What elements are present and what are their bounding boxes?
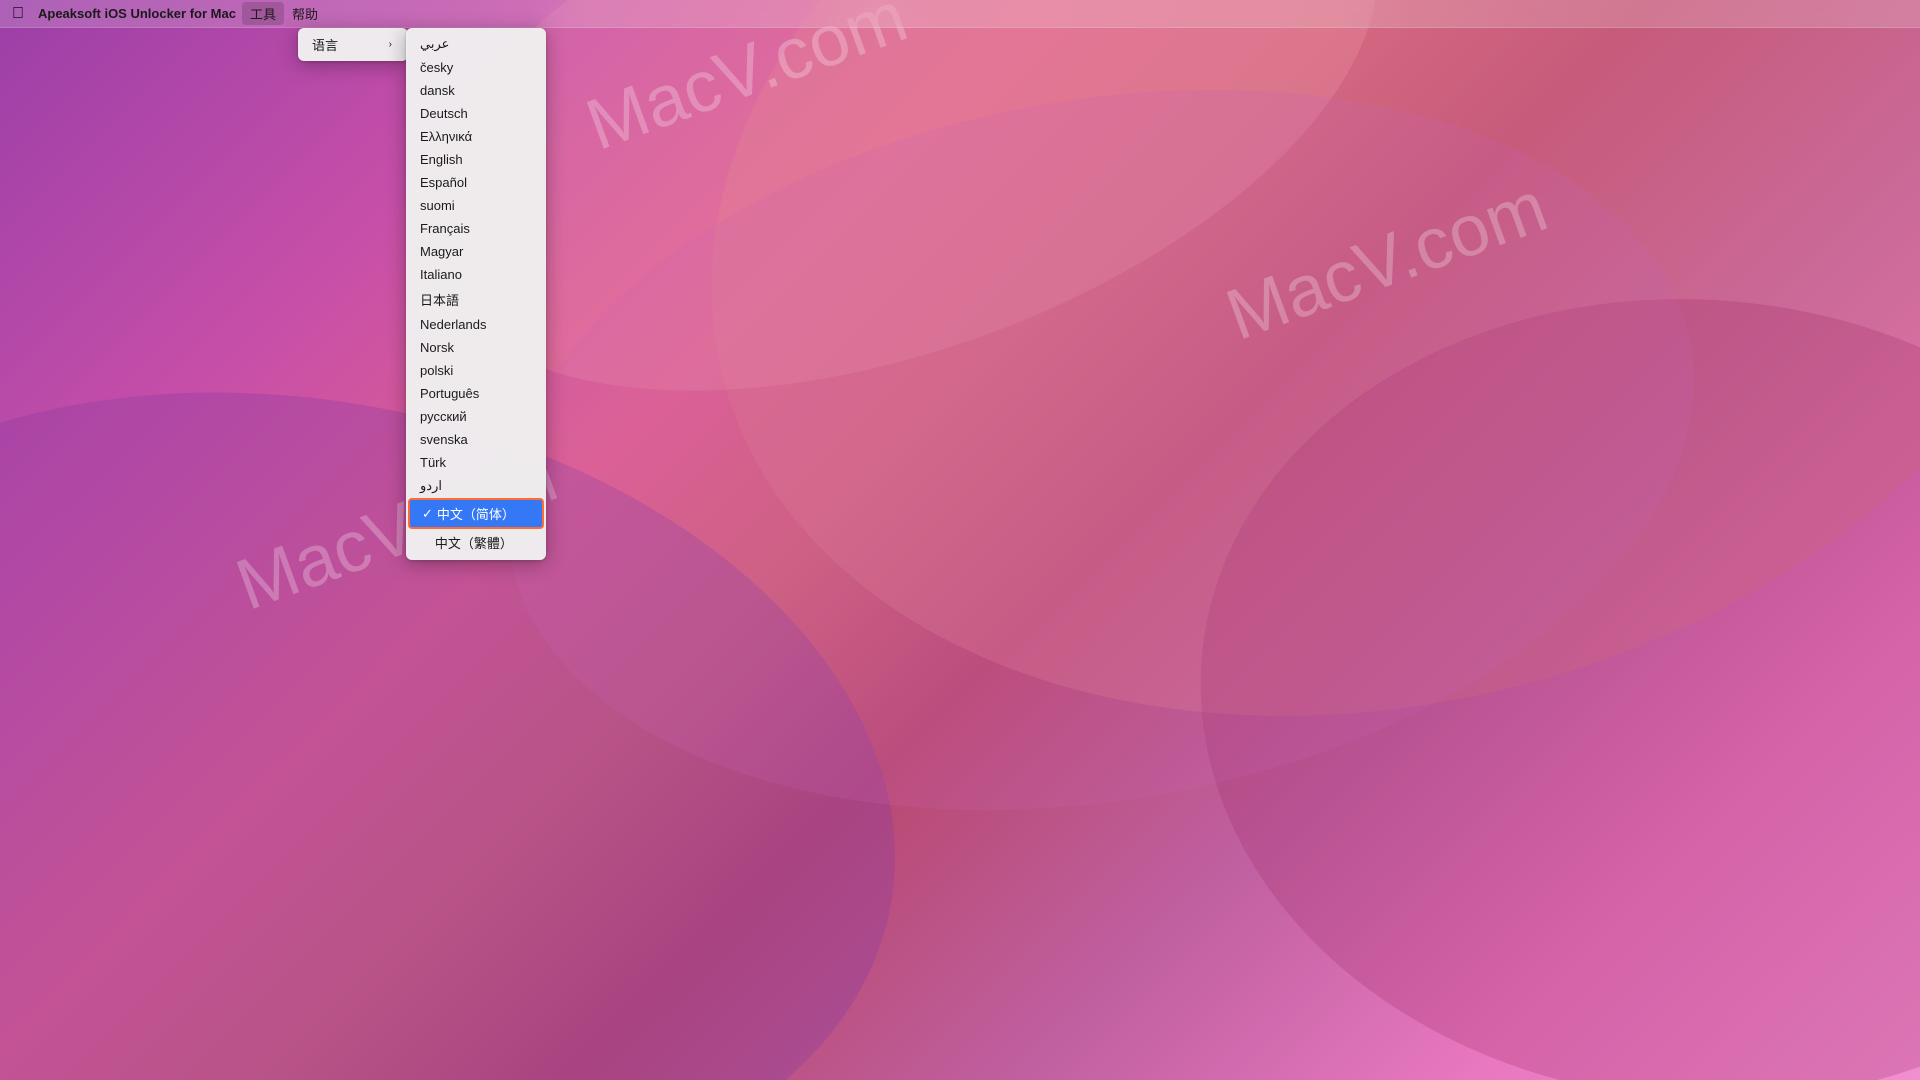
lang-label-turkish: Türk	[420, 455, 446, 470]
tools-menu-panel: 语言 ›	[298, 28, 408, 61]
lang-item-portuguese[interactable]: Português	[406, 382, 546, 405]
lang-item-norwegian[interactable]: Norsk	[406, 336, 546, 359]
language-label: 语言	[312, 35, 338, 54]
lang-item-swedish[interactable]: svenska	[406, 428, 546, 451]
lang-item-finnish[interactable]: suomi	[406, 194, 546, 217]
menubar:  Apeaksoft iOS Unlocker for Mac 工具 帮助	[0, 0, 1920, 28]
tools-menu-item[interactable]: 工具	[242, 2, 284, 25]
lang-item-chinese-simplified[interactable]: ✓ 中文（简体）	[408, 498, 544, 529]
lang-label-czech: česky	[420, 60, 453, 75]
lang-item-german[interactable]: Deutsch	[406, 102, 546, 125]
selected-checkmark-icon: ✓	[422, 506, 433, 522]
language-chevron-icon: ›	[389, 39, 392, 50]
lang-item-arabic[interactable]: عربي	[406, 32, 546, 56]
lang-item-spanish[interactable]: Español	[406, 171, 546, 194]
lang-item-chinese-traditional[interactable]: ✓ 中文（繁體）	[406, 529, 546, 556]
lang-label-arabic: عربي	[420, 36, 449, 52]
app-name-label: Apeaksoft iOS Unlocker for Mac	[38, 6, 236, 21]
lang-label-english: English	[420, 152, 463, 167]
apple-menu-icon[interactable]: 	[12, 5, 24, 23]
language-menu-item[interactable]: 语言 ›	[298, 32, 408, 57]
lang-label-norwegian: Norsk	[420, 340, 454, 355]
lang-label-russian: русский	[420, 409, 467, 424]
lang-label-hungarian: Magyar	[420, 244, 463, 259]
lang-label-chinese-simplified: 中文（简体）	[437, 504, 515, 523]
lang-label-danish: dansk	[420, 83, 455, 98]
lang-item-greek[interactable]: Ελληνικά	[406, 125, 546, 148]
lang-item-turkish[interactable]: Türk	[406, 451, 546, 474]
lang-label-spanish: Español	[420, 175, 467, 190]
help-menu-item[interactable]: 帮助	[284, 2, 326, 25]
lang-label-finnish: suomi	[420, 198, 455, 213]
lang-item-urdu[interactable]: اردو	[406, 474, 546, 498]
lang-label-german: Deutsch	[420, 106, 468, 121]
lang-item-polish[interactable]: polski	[406, 359, 546, 382]
lang-item-french[interactable]: Français	[406, 217, 546, 240]
lang-label-chinese-traditional: 中文（繁體）	[435, 533, 513, 552]
lang-item-czech[interactable]: česky	[406, 56, 546, 79]
lang-label-french: Français	[420, 221, 470, 236]
language-list-panel: عربي česky dansk Deutsch Ελληνικά Englis…	[406, 28, 546, 560]
lang-label-polish: polski	[420, 363, 453, 378]
lang-item-hungarian[interactable]: Magyar	[406, 240, 546, 263]
lang-label-swedish: svenska	[420, 432, 468, 447]
lang-label-urdu: اردو	[420, 478, 442, 494]
lang-item-dutch[interactable]: Nederlands	[406, 313, 546, 336]
lang-item-japanese[interactable]: 日本語	[406, 286, 546, 313]
wallpaper	[0, 0, 1920, 1080]
lang-label-italian: Italiano	[420, 267, 462, 282]
lang-label-portuguese: Português	[420, 386, 479, 401]
lang-label-dutch: Nederlands	[420, 317, 487, 332]
lang-label-japanese: 日本語	[420, 290, 459, 309]
lang-label-greek: Ελληνικά	[420, 129, 472, 144]
lang-item-english[interactable]: English	[406, 148, 546, 171]
lang-item-russian[interactable]: русский	[406, 405, 546, 428]
lang-item-italian[interactable]: Italiano	[406, 263, 546, 286]
lang-item-danish[interactable]: dansk	[406, 79, 546, 102]
